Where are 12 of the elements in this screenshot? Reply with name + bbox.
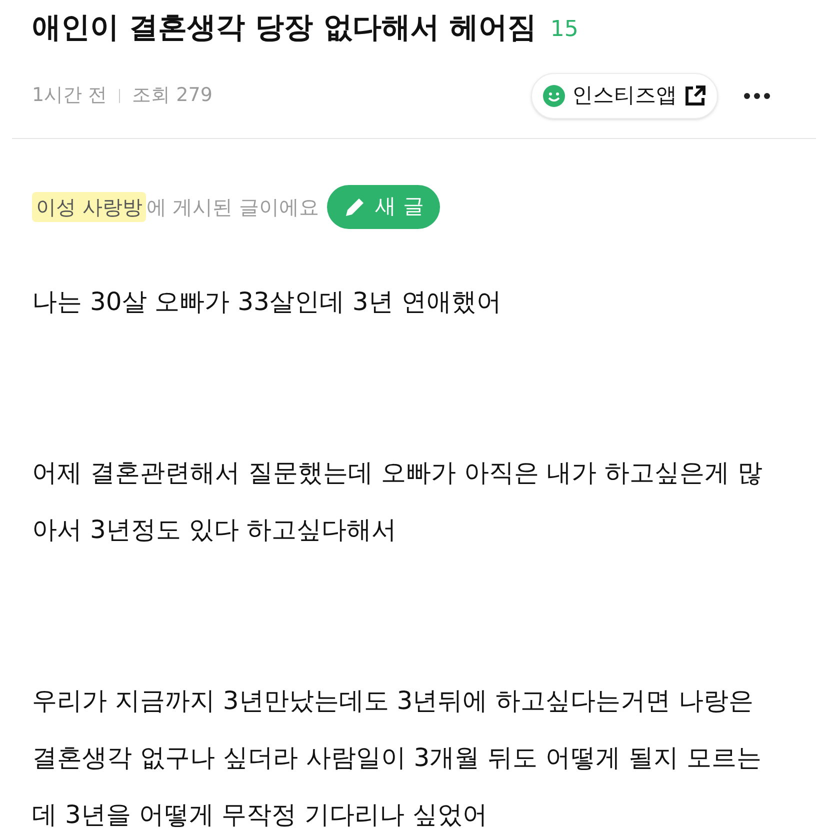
app-button[interactable]: 인스티즈앱 [531, 72, 718, 118]
body-paragraph: 어제 결혼관련해서 질문했는데 오빠가 아직은 내가 하고싶은게 많아서 3년정도 있다 하고싶다해서 [32, 456, 764, 546]
body-paragraph: 나는 30살 오빠가 33살인데 3년 연애했어 [32, 286, 502, 318]
post-time: 1시간 전 [32, 83, 108, 108]
body-paragraph: 우리가 지금까지 3년만났는데도 3년뒤에 하고싶다는거면 나랑은 결혼생각 없구나 싶더라 사람일이 3개월 뒤도 어떻게 될지 모르는데 3년을 어떻게 무작정 기다리나 싶었어 [32, 684, 762, 830]
view-count: 조회 279 [132, 83, 212, 108]
more-icon[interactable] [744, 92, 770, 98]
smiley-icon [542, 84, 566, 108]
external-link-icon [683, 84, 707, 108]
post-title: 애인이 결혼생각 당장 없다해서 헤어짐 [32, 9, 536, 46]
board-tag[interactable]: 이성 사랑방 [32, 192, 146, 222]
board-caption: 에 게시된 글이에요 [146, 194, 320, 220]
